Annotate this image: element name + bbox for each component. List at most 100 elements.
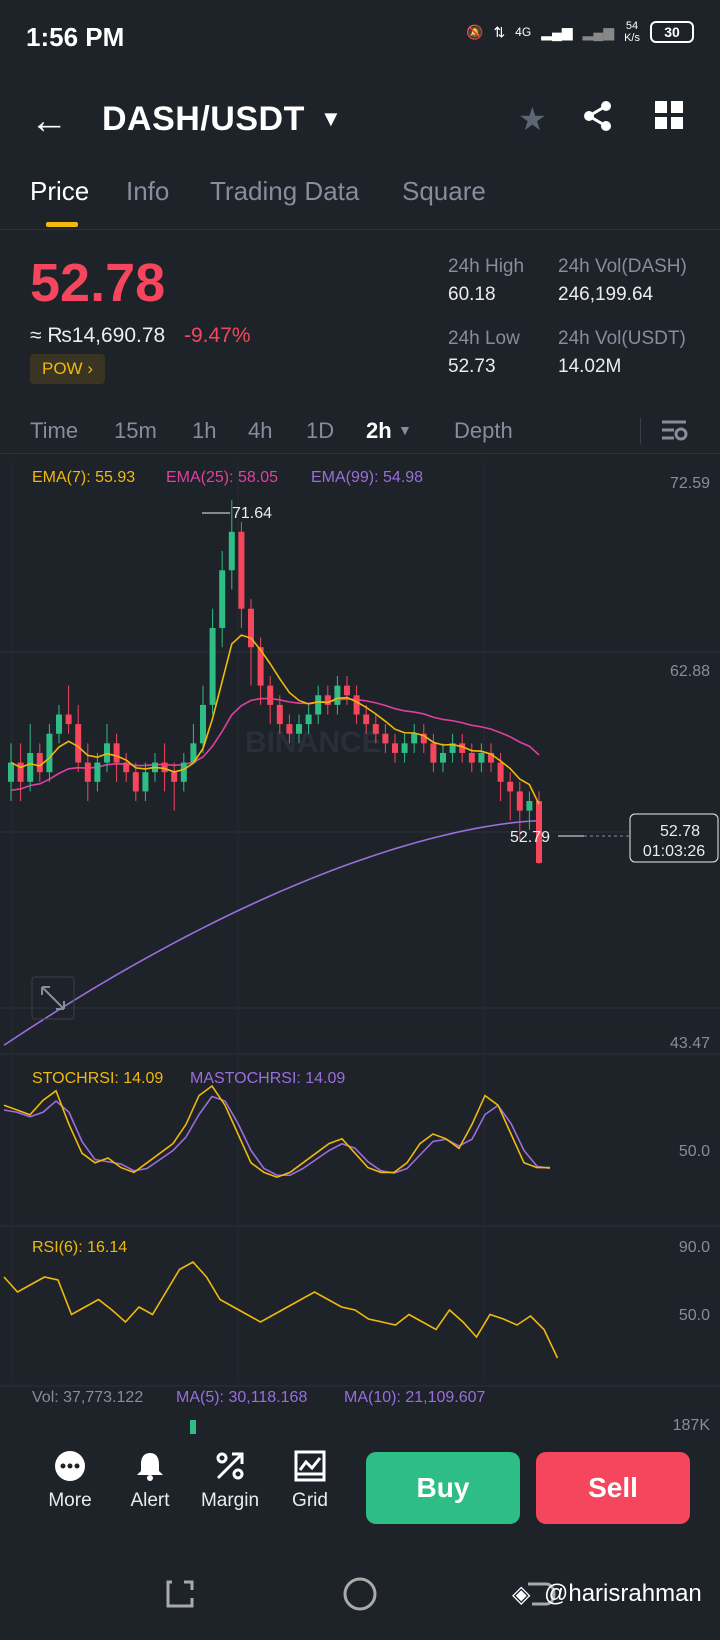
alert-button[interactable]: Alert — [110, 1450, 190, 1512]
interval-time[interactable]: Time — [30, 418, 78, 444]
status-time: 1:56 PM — [26, 22, 125, 52]
candle — [430, 743, 437, 763]
stochrsi-line — [3, 1084, 550, 1179]
tab-info[interactable]: Info — [126, 176, 169, 207]
mastoch-legend: MASTOCHRSI: 14.09 — [190, 1070, 345, 1087]
price-change: -9.47% — [184, 324, 251, 347]
more-icon — [30, 1450, 110, 1490]
candle — [238, 531, 245, 609]
pair-title[interactable]: DASH/USDT — [102, 100, 305, 139]
stoch-axis: 50.0 — [679, 1143, 710, 1160]
pow-tag[interactable]: POW › — [30, 354, 106, 384]
last-price-box-value: 52.78 — [660, 823, 700, 840]
pair-dropdown-icon[interactable]: ▼ — [320, 106, 342, 132]
tab-price[interactable]: Price — [30, 176, 89, 207]
vol-usdt-value: 14.02M — [558, 356, 622, 377]
vol-ma5: MA(5): 30,118.168 — [176, 1389, 307, 1406]
tab-square[interactable]: Square — [402, 176, 486, 207]
high-value: 60.18 — [448, 284, 496, 305]
countdown: 01:03:26 — [643, 843, 705, 860]
home-icon[interactable] — [342, 1576, 378, 1612]
interval-1d[interactable]: 1D — [306, 418, 334, 444]
interval-4h[interactable]: 4h — [248, 418, 272, 444]
candle — [305, 714, 312, 725]
low-value: 52.73 — [448, 356, 496, 377]
ema7-legend: EMA(7): 55.93 — [32, 469, 135, 486]
tab-bar: Price Info Trading Data Square — [0, 170, 720, 230]
candle — [171, 772, 178, 782]
candle — [296, 724, 302, 734]
candle — [228, 531, 235, 571]
rsi-legend: RSI(6): 16.14 — [32, 1239, 127, 1256]
bottom-bar: More Alert Margin Grid Buy Sell — [0, 1440, 720, 1550]
tab-trading-data[interactable]: Trading Data — [210, 176, 359, 207]
margin-label: Margin — [200, 1490, 260, 1511]
stoch-legend: STOCHRSI: 14.09 — [32, 1070, 163, 1087]
high-marker: 71.64 — [232, 505, 272, 522]
mute-icon: 🔕 — [466, 23, 484, 40]
candle — [75, 724, 82, 763]
interval-dropdown-icon[interactable]: ▼ — [398, 422, 412, 438]
candle — [94, 762, 101, 782]
interval-depth[interactable]: Depth — [454, 418, 513, 444]
candle — [468, 752, 475, 763]
candle — [200, 704, 206, 744]
more-label: More — [48, 1490, 92, 1511]
ema25-legend: EMA(25): 58.05 — [166, 469, 278, 486]
signal-icon: ▂▄▆ — [541, 23, 573, 40]
candle — [478, 752, 485, 763]
vol-dash-label: 24h Vol(DASH) — [558, 256, 687, 277]
system-nav-bar: ◈ @harisrahman — [0, 1550, 720, 1640]
status-bar: 1:56 PM 🔕 ⇅ 4G ▂▄▆ ▂▄▆ 54 K/s 30 — [0, 0, 720, 72]
battery-icon: 30 — [650, 21, 694, 43]
candle — [56, 714, 62, 734]
candle — [507, 781, 514, 792]
candle — [353, 695, 360, 715]
margin-icon — [190, 1450, 270, 1490]
vol-legend: Vol: 37,773.122 — [32, 1389, 143, 1406]
candle — [401, 743, 408, 753]
buy-button[interactable]: Buy — [366, 1452, 520, 1524]
margin-button[interactable]: Margin — [190, 1450, 270, 1512]
mastochrsi-line — [3, 1095, 551, 1177]
vol-dash-value: 246,199.64 — [558, 284, 654, 305]
candle — [363, 714, 370, 725]
fiat-price: ≈ ₨14,690.78 — [30, 324, 166, 347]
vol-usdt-label: 24h Vol(USDT) — [558, 328, 686, 349]
candle — [27, 752, 34, 782]
candle — [497, 762, 504, 782]
signal-4g-icon: 4G — [515, 25, 532, 39]
candle — [46, 733, 53, 773]
grid-button[interactable]: Grid — [270, 1450, 350, 1512]
interval-1h[interactable]: 1h — [192, 418, 216, 444]
grid-label: Grid — [292, 1490, 328, 1511]
interval-2h[interactable]: 2h — [366, 418, 392, 444]
signal2-icon: ▂▄▆ — [582, 23, 615, 40]
rsi-axis-mid: 50.0 — [679, 1307, 710, 1324]
user-watermark: @harisrahman — [544, 1580, 702, 1607]
sell-button[interactable]: Sell — [536, 1452, 690, 1524]
back-arrow-icon[interactable]: ← — [30, 100, 68, 143]
interval-15m[interactable]: 15m — [114, 418, 157, 444]
candle — [180, 762, 187, 782]
header: ← DASH/USDT ▼ ★ — [0, 96, 720, 156]
last-price: 52.78 — [30, 253, 166, 313]
expand-arrows-icon — [41, 986, 65, 1010]
candle — [36, 752, 43, 773]
rsi-axis-top: 90.0 — [679, 1239, 710, 1256]
candle — [516, 791, 523, 811]
star-icon[interactable]: ★ — [518, 100, 547, 138]
grid-bot-icon — [270, 1450, 350, 1490]
ema99-line — [3, 819, 542, 1046]
chart-area[interactable]: BINANCE EMA(7): 55.93 EMA(25): 58.05 EMA… — [0, 462, 720, 1440]
divider — [640, 418, 641, 444]
interval-bar: Time 15m 1h 4h 1D 2h ▼ Depth — [0, 410, 720, 454]
vol-bar — [190, 1420, 196, 1434]
grid-menu-icon[interactable] — [654, 100, 684, 138]
chart-settings-icon[interactable] — [660, 416, 688, 450]
more-button[interactable]: More — [30, 1450, 110, 1512]
share-icon[interactable] — [582, 100, 614, 140]
bell-icon — [110, 1450, 190, 1490]
recent-apps-icon[interactable] — [164, 1578, 196, 1610]
candle — [334, 685, 341, 705]
